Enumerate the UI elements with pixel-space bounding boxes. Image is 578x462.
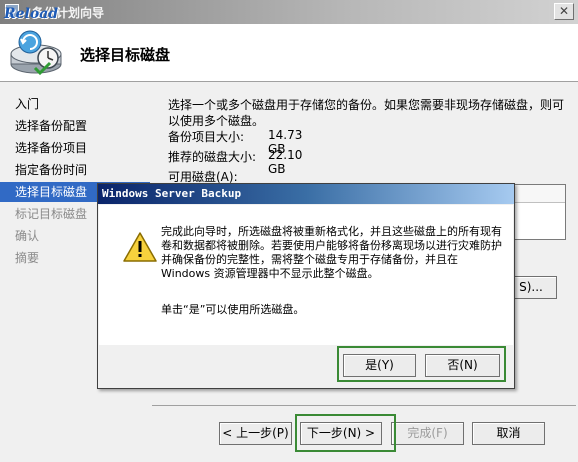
nav-step-backup-items: 选择备份项目 bbox=[15, 141, 88, 155]
nav-step-backup-config: 选择备份配置 bbox=[15, 119, 88, 133]
reload-watermark: Reload bbox=[4, 6, 59, 22]
recommended-size-row: 推荐的磁盘大小: 22.10 GB bbox=[168, 148, 302, 176]
backup-size-row: 备份项目大小: 14.73 GB bbox=[168, 128, 302, 156]
dialog-title: Windows Server Backup bbox=[102, 187, 242, 200]
wizard-titlebar: 备份计划向导 Reload ✕ bbox=[0, 0, 578, 24]
description-text: 选择一个或多个磁盘用于存储您的备份。如果您需要非现场存储磁盘，则可以使用多个磁盘… bbox=[168, 98, 565, 128]
recommended-size-value: 22.10 GB bbox=[268, 148, 303, 176]
dialog-message: 完成此向导时，所选磁盘将被重新格式化，并且这些磁盘上的所有现有卷和数据都将被删除… bbox=[161, 225, 502, 280]
recommended-size-label: 推荐的磁盘大小: bbox=[168, 150, 257, 164]
dialog-prompt: 单击“是”可以使用所选磁盘。 bbox=[161, 303, 305, 316]
warning-icon bbox=[123, 232, 157, 262]
backup-size-label: 备份项目大小: bbox=[168, 130, 245, 144]
close-button[interactable]: ✕ bbox=[554, 3, 574, 20]
backup-disk-clock-icon bbox=[10, 30, 62, 76]
back-button[interactable]: < 上一步(P) bbox=[219, 422, 292, 445]
next-button-highlight bbox=[295, 414, 396, 452]
dialog-buttons-highlight bbox=[337, 346, 506, 382]
finish-button: 完成(F) bbox=[391, 422, 464, 445]
page-title: 选择目标磁盘 bbox=[80, 46, 171, 64]
nav-step-getting-started: 入门 bbox=[15, 97, 40, 111]
dialog-body: 完成此向导时，所选磁盘将被重新格式化，并且这些磁盘上的所有现有卷和数据都将被删除… bbox=[99, 205, 513, 345]
cancel-button[interactable]: 取消 bbox=[472, 422, 545, 445]
dialog-titlebar: Windows Server Backup bbox=[98, 184, 514, 204]
wizard-header: 选择目标磁盘 bbox=[0, 24, 578, 82]
footer-separator bbox=[152, 405, 576, 406]
nav-step-backup-time: 指定备份时间 bbox=[15, 163, 88, 177]
